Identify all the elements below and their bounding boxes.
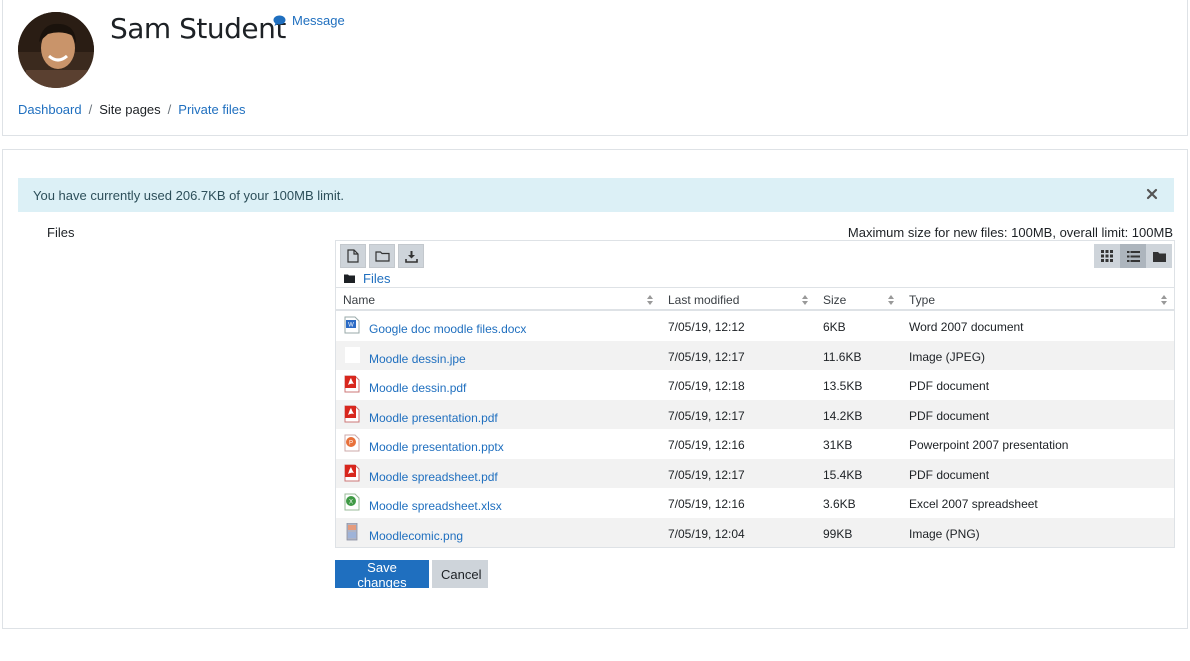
table-row[interactable]: Moodle presentation.pdf 7/05/19, 12:17 1… — [336, 399, 1174, 429]
sort-icon[interactable] — [647, 295, 653, 305]
file-name-link[interactable]: Moodle dessin.pdf — [369, 381, 466, 395]
user-name: Sam Student — [110, 12, 286, 45]
file-manager: Files Name Last modified Size Type W Goo… — [335, 240, 1175, 548]
add-file-button[interactable] — [340, 244, 366, 268]
folder-icon — [1152, 251, 1166, 262]
save-changes-button[interactable]: Save changes — [335, 560, 429, 590]
cancel-button[interactable]: Cancel — [432, 560, 488, 588]
table-row[interactable]: Moodlecomic.png 7/05/19, 12:04 99KB Imag… — [336, 517, 1174, 547]
file-type: Image (JPEG) — [909, 349, 986, 364]
file-type: Powerpoint 2007 presentation — [909, 438, 1069, 452]
column-name-header[interactable]: Name — [343, 293, 375, 307]
avatar[interactable] — [18, 12, 94, 88]
close-icon[interactable] — [1144, 186, 1160, 202]
file-size: 14.2KB — [823, 408, 863, 423]
files-label: Files — [47, 225, 75, 240]
file-list: W Google doc moodle files.docx 7/05/19, … — [336, 311, 1174, 547]
file-modified: 7/05/19, 12:17 — [668, 408, 745, 423]
create-folder-button[interactable] — [369, 244, 395, 268]
file-modified: 7/05/19, 12:16 — [668, 438, 745, 452]
download-button[interactable] — [398, 244, 424, 268]
image-jpeg-icon — [345, 346, 360, 363]
list-icon — [1126, 250, 1140, 262]
path-files-link[interactable]: Files — [363, 271, 390, 286]
breadcrumb-private-files[interactable]: Private files — [178, 102, 245, 117]
file-type: PDF document — [909, 467, 990, 482]
file-size: 3.6KB — [823, 497, 856, 511]
breadcrumb-separator: / — [167, 102, 172, 117]
breadcrumb-site-pages: Site pages — [99, 102, 161, 117]
breadcrumb: Dashboard / Site pages / Private files — [18, 102, 246, 117]
grid-icon — [1101, 250, 1113, 262]
file-modified: 7/05/19, 12:18 — [668, 379, 745, 393]
table-row[interactable]: P Moodle presentation.pptx 7/05/19, 12:1… — [336, 429, 1174, 459]
table-row[interactable]: Moodle spreadsheet.pdf 7/05/19, 12:17 15… — [336, 458, 1174, 488]
folder-outline-icon — [374, 251, 390, 262]
usage-alert-text: You have currently used 206.7KB of your … — [33, 187, 344, 203]
svg-text:P: P — [349, 441, 353, 447]
column-modified-header[interactable]: Last modified — [668, 293, 739, 307]
sort-icon[interactable] — [802, 295, 808, 305]
download-icon — [404, 250, 418, 263]
file-size: 6KB — [823, 320, 846, 334]
table-row[interactable]: Moodle dessin.jpe 7/05/19, 12:17 11.6KB … — [336, 340, 1174, 370]
file-modified: 7/05/19, 12:16 — [668, 497, 745, 511]
breadcrumb-separator: / — [88, 102, 93, 117]
message-link[interactable]: Message — [273, 13, 345, 28]
word-doc-icon: W — [344, 316, 360, 334]
message-bubble-icon — [273, 15, 286, 26]
file-type: PDF document — [909, 408, 990, 423]
file-modified: 7/05/19, 12:17 — [668, 349, 745, 364]
file-type: Image (PNG) — [909, 526, 980, 541]
file-name-link[interactable]: Google doc moodle files.docx — [369, 322, 526, 336]
file-size: 99KB — [823, 526, 853, 541]
file-modified: 7/05/19, 12:12 — [668, 320, 745, 334]
table-row[interactable]: X Moodle spreadsheet.xlsx 7/05/19, 12:16… — [336, 488, 1174, 518]
usage-alert: You have currently used 206.7KB of your … — [18, 178, 1174, 212]
file-type: PDF document — [909, 379, 990, 393]
file-name-link[interactable]: Moodle spreadsheet.xlsx — [369, 499, 502, 513]
table-row[interactable]: W Google doc moodle files.docx 7/05/19, … — [336, 311, 1174, 341]
pdf-icon — [344, 405, 360, 422]
folder-icon — [344, 274, 355, 283]
image-png-icon — [346, 522, 358, 540]
column-size-header[interactable]: Size — [823, 293, 846, 307]
file-modified: 7/05/19, 12:04 — [668, 526, 745, 541]
sort-icon[interactable] — [1161, 295, 1167, 305]
svg-text:W: W — [348, 323, 354, 329]
main-content: You have currently used 206.7KB of your … — [2, 149, 1188, 629]
file-name-link[interactable]: Moodle presentation.pdf — [369, 411, 498, 425]
file-name-link[interactable]: Moodle presentation.pptx — [369, 440, 504, 454]
file-name-link[interactable]: Moodle dessin.jpe — [369, 352, 466, 366]
file-type: Word 2007 document — [909, 320, 1024, 334]
column-type-header[interactable]: Type — [909, 293, 935, 307]
new-file-icon — [347, 249, 359, 263]
max-size-info: Maximum size for new files: 100MB, overa… — [847, 225, 1173, 240]
powerpoint-icon: P — [344, 434, 360, 452]
file-type: Excel 2007 spreadsheet — [909, 497, 1038, 511]
page-header: Sam Student Message Dashboard / Site pag… — [2, 0, 1188, 136]
file-size: 15.4KB — [823, 467, 863, 482]
file-name-link[interactable]: Moodlecomic.png — [369, 529, 463, 543]
pdf-icon — [344, 464, 360, 481]
message-label: Message — [292, 13, 345, 28]
view-list-button[interactable] — [1120, 244, 1146, 268]
file-size: 11.6KB — [823, 349, 862, 364]
pdf-icon — [344, 375, 360, 393]
breadcrumb-dashboard[interactable]: Dashboard — [18, 102, 82, 117]
svg-text:X: X — [349, 500, 353, 506]
folder-path: Files — [344, 271, 390, 286]
file-size: 13.5KB — [823, 379, 863, 393]
file-size: 31KB — [823, 438, 853, 452]
sort-icon[interactable] — [888, 295, 894, 305]
view-icons-button[interactable] — [1094, 244, 1120, 268]
file-name-link[interactable]: Moodle spreadsheet.pdf — [369, 470, 498, 484]
file-modified: 7/05/19, 12:17 — [668, 467, 745, 482]
view-tree-button[interactable] — [1146, 244, 1172, 268]
excel-icon: X — [344, 493, 360, 511]
file-table-header: Name Last modified Size Type — [336, 287, 1174, 311]
table-row[interactable]: Moodle dessin.pdf 7/05/19, 12:18 13.5KB … — [336, 370, 1174, 400]
